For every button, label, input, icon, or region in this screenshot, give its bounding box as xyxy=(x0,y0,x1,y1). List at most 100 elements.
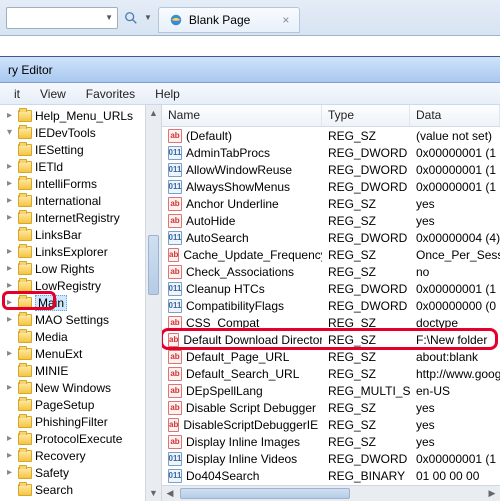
registry-value-row[interactable]: ab(Default)REG_SZ(value not set) xyxy=(162,127,500,144)
registry-value-row[interactable]: abDisplay Inline ImagesREG_SZyes xyxy=(162,433,500,450)
menu-favorites[interactable]: Favorites xyxy=(78,85,143,103)
tree-item[interactable]: ▸ProtocolExecute xyxy=(4,430,161,447)
expand-icon[interactable]: ▸ xyxy=(4,212,15,223)
close-icon[interactable]: × xyxy=(282,13,289,27)
expand-icon[interactable]: ▸ xyxy=(4,450,15,461)
collapse-icon[interactable]: ▾ xyxy=(4,127,15,138)
registry-value-row[interactable]: 011AlwaysShowMenusREG_DWORD0x00000001 (1 xyxy=(162,178,500,195)
registry-value-row[interactable]: abDefault_Page_URLREG_SZabout:blank xyxy=(162,348,500,365)
scroll-thumb[interactable] xyxy=(180,488,350,499)
tree-item[interactable]: ▸New Windows xyxy=(4,379,161,396)
string-value-icon: ab xyxy=(168,401,182,415)
tree-item[interactable]: ▸Help_Menu_URLs xyxy=(4,107,161,124)
expand-icon[interactable]: ▸ xyxy=(4,263,15,274)
expand-icon[interactable]: ▸ xyxy=(4,110,15,121)
registry-value-row[interactable]: abCheck_AssociationsREG_SZno xyxy=(162,263,500,280)
chevron-down-icon[interactable]: ▼ xyxy=(105,13,113,22)
registry-value-row[interactable]: 011Display Inline VideosREG_DWORD0x00000… xyxy=(162,450,500,467)
scroll-up-arrow-icon[interactable]: ▲ xyxy=(146,105,161,121)
registry-value-row[interactable]: abDisable Script DebuggerREG_SZyes xyxy=(162,399,500,416)
tree-item[interactable]: ▸International xyxy=(4,192,161,209)
folder-icon xyxy=(18,433,32,445)
string-value-icon: ab xyxy=(168,418,179,432)
tree-item[interactable]: ▸MINIE xyxy=(4,362,161,379)
tree-item[interactable]: ▸Recovery xyxy=(4,447,161,464)
expand-icon[interactable]: ▸ xyxy=(4,246,15,257)
binary-value-icon: 011 xyxy=(168,469,182,483)
tree-item[interactable]: ▸IntelliForms xyxy=(4,175,161,192)
value-data: 01 00 00 00 xyxy=(410,469,500,483)
tree-item[interactable]: ▸Low Rights xyxy=(4,260,161,277)
tree-item[interactable]: ▸PageSetup xyxy=(4,396,161,413)
registry-value-row[interactable]: abDEpSpellLangREG_MULTI_SZen-US xyxy=(162,382,500,399)
expand-icon[interactable]: ▸ xyxy=(4,467,15,478)
binary-value-icon: 011 xyxy=(168,180,182,194)
scroll-down-arrow-icon[interactable]: ▼ xyxy=(146,485,161,501)
folder-icon xyxy=(18,195,32,207)
scroll-thumb[interactable] xyxy=(148,235,159,295)
column-type[interactable]: Type xyxy=(322,105,410,126)
expand-icon[interactable]: ▸ xyxy=(4,433,15,444)
value-type: REG_SZ xyxy=(322,401,410,415)
search-icon[interactable] xyxy=(124,11,138,25)
scroll-left-arrow-icon[interactable]: ◀ xyxy=(162,486,178,501)
menu-view[interactable]: View xyxy=(32,85,74,103)
registry-value-row[interactable]: abCSS_CompatREG_SZdoctype xyxy=(162,314,500,331)
tree-item[interactable]: ▸IESetting xyxy=(4,141,161,158)
tree-item[interactable]: ▸Main xyxy=(4,294,161,311)
tree-item-label: LowRegistry xyxy=(35,279,101,293)
list-hscrollbar[interactable]: ◀ ▶ xyxy=(162,485,500,501)
registry-value-row[interactable]: abAnchor UnderlineREG_SZyes xyxy=(162,195,500,212)
value-data: 0x00000001 (1 xyxy=(410,180,500,194)
chevron-down-icon[interactable]: ▼ xyxy=(144,13,152,22)
tree-item[interactable]: ▾IEDevTools xyxy=(4,124,161,141)
expand-icon[interactable]: ▸ xyxy=(4,195,15,206)
registry-value-row[interactable]: 011Cleanup HTCsREG_DWORD0x00000001 (1 xyxy=(162,280,500,297)
registry-value-row[interactable]: abDefault_Search_URLREG_SZhttp://www.goo… xyxy=(162,365,500,382)
tree-item[interactable]: ▸Search xyxy=(4,481,161,498)
value-name: AlwaysShowMenus xyxy=(186,180,290,194)
tree-item[interactable]: ▸InternetRegistry xyxy=(4,209,161,226)
expand-icon[interactable]: ▸ xyxy=(4,178,15,189)
window-titlebar[interactable]: ry Editor xyxy=(0,57,500,83)
value-data: 0x00000001 (1 xyxy=(410,146,500,160)
tree-item[interactable]: ▸Media xyxy=(4,328,161,345)
registry-value-row[interactable]: 011AdminTabProcsREG_DWORD0x00000001 (1 xyxy=(162,144,500,161)
tree-item[interactable]: ▸PhishingFilter xyxy=(4,413,161,430)
tree-item[interactable]: ▸IETld xyxy=(4,158,161,175)
expand-icon[interactable]: ▸ xyxy=(4,297,15,308)
tree-item[interactable]: ▸ LowRegistry xyxy=(4,277,161,294)
value-data: yes xyxy=(410,214,500,228)
scroll-right-arrow-icon[interactable]: ▶ xyxy=(484,486,500,501)
expand-icon[interactable]: ▸ xyxy=(4,161,15,172)
tree-item-label: Search xyxy=(35,483,73,497)
search-input[interactable]: ▼ xyxy=(6,7,118,29)
expand-icon[interactable]: ▸ xyxy=(4,280,15,291)
tree-pane: ▸Help_Menu_URLs▾IEDevTools▸IESetting▸IET… xyxy=(0,105,162,501)
expand-icon[interactable]: ▸ xyxy=(4,314,15,325)
column-name[interactable]: Name xyxy=(162,105,322,126)
tree-item[interactable]: ▸MAO Settings xyxy=(4,311,161,328)
registry-value-row[interactable]: 011Do404SearchREG_BINARY01 00 00 00 xyxy=(162,467,500,484)
value-data: doctype xyxy=(410,316,500,330)
menu-edit[interactable]: it xyxy=(6,85,28,103)
registry-value-row[interactable]: 011AllowWindowReuseREG_DWORD0x00000001 (… xyxy=(162,161,500,178)
registry-value-row[interactable]: 011AutoSearchREG_DWORD0x00000004 (4) xyxy=(162,229,500,246)
tree-scrollbar[interactable]: ▲ ▼ xyxy=(145,105,161,501)
string-value-icon: ab xyxy=(168,197,182,211)
expand-icon[interactable]: ▸ xyxy=(4,382,15,393)
tree-item[interactable]: ▸LinksExplorer xyxy=(4,243,161,260)
tree-item[interactable]: ▸MenuExt xyxy=(4,345,161,362)
registry-value-row[interactable]: abCache_Update_FrequencyREG_SZOnce_Per_S… xyxy=(162,246,500,263)
column-data[interactable]: Data xyxy=(410,105,500,126)
tree-item[interactable]: ▸Safety xyxy=(4,464,161,481)
registry-value-row[interactable]: abDisableScriptDebuggerIEREG_SZyes xyxy=(162,416,500,433)
registry-value-row[interactable]: 011CompatibilityFlagsREG_DWORD0x00000000… xyxy=(162,297,500,314)
tree-item[interactable]: ▸LinksBar xyxy=(4,226,161,243)
menu-help[interactable]: Help xyxy=(147,85,188,103)
expand-icon[interactable]: ▸ xyxy=(4,348,15,359)
registry-value-row[interactable]: abAutoHideREG_SZyes xyxy=(162,212,500,229)
registry-value-row[interactable]: abDefault Download DirectoryREG_SZF:\New… xyxy=(162,331,500,348)
list-pane: Name Type Data ab(Default)REG_SZ(value n… xyxy=(162,105,500,501)
browser-tab[interactable]: Blank Page × xyxy=(158,7,300,33)
